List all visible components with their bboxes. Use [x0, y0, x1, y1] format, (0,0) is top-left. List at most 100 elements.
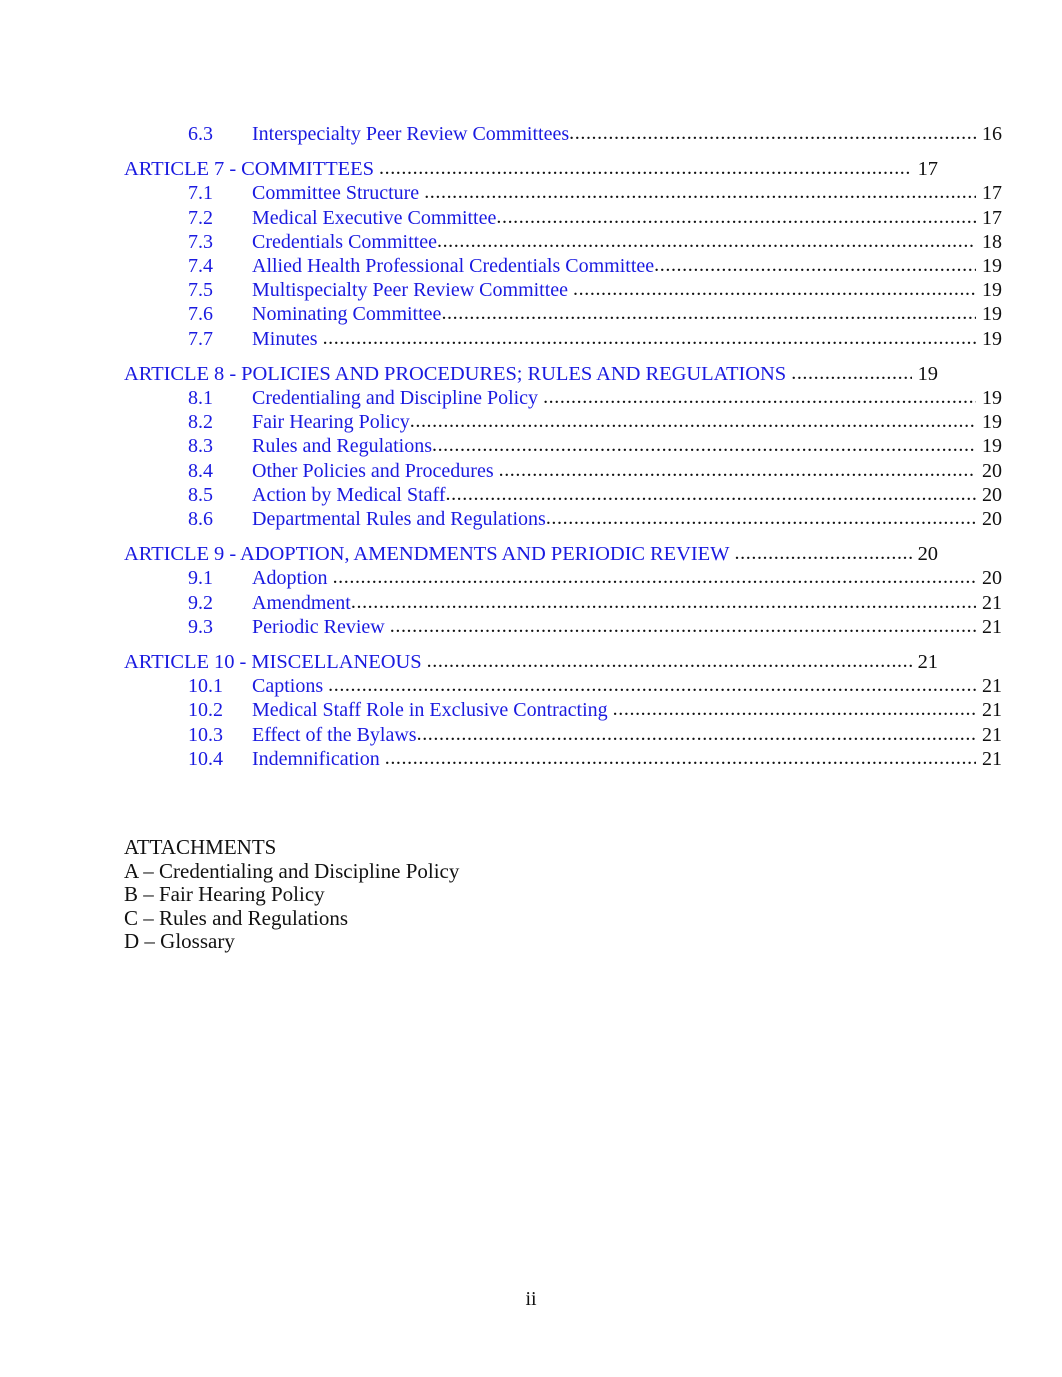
toc-entry-number: 10.3 — [188, 723, 223, 746]
toc-entry-page-number: 16 — [982, 123, 1002, 145]
toc-dot-leader — [432, 433, 976, 457]
toc-entry-page-number: 21 — [982, 723, 1002, 746]
toc-entry[interactable]: 9.3 Periodic Review 21 — [124, 615, 1002, 639]
toc-entry[interactable]: 8.5 Action by Medical Staff 20 — [124, 483, 1002, 507]
toc-entry[interactable]: 8.1 Credentialing and Discipline Policy 1… — [124, 386, 1002, 410]
page-number-footer: ii — [525, 1288, 537, 1310]
toc-entry[interactable]: 9.1 Adoption 20 — [124, 566, 1002, 590]
toc-entry-number: 7.4 — [188, 255, 213, 278]
toc-entry[interactable]: 8.3 Rules and Regulations 19 — [124, 434, 1002, 458]
toc-entry[interactable]: 7.3 Credentials Committee 18 — [124, 230, 1002, 254]
toc-entry[interactable]: 8.4 Other Policies and Procedures 20 — [124, 459, 1002, 483]
toc-entry-number: 6.3 — [188, 123, 213, 145]
toc-dot-leader — [569, 121, 976, 145]
toc-entry-number: 9.1 — [188, 567, 213, 590]
toc-entry-number: 8.6 — [188, 508, 213, 531]
toc-entry-number: 9.2 — [188, 591, 213, 614]
toc-entry[interactable]: 8.2 Fair Hearing Policy 19 — [124, 410, 1002, 434]
document-page: 6.3 Interspecialty Peer Review Committees… — [0, 0, 1062, 1377]
toc-entry-title[interactable]: Credentialing and Discipline Policy — [252, 386, 538, 410]
toc-dot-leader — [791, 361, 912, 385]
toc-entry-title[interactable]: Effect of the Bylaws — [252, 723, 417, 747]
toc-entry-page-number: 21 — [982, 699, 1002, 722]
attachment-item: A – Credentialing and Discipline Policy — [124, 858, 460, 883]
toc-entry-page-number: 19 — [982, 255, 1002, 278]
toc-entry-page-number: 19 — [982, 411, 1002, 434]
toc-entry-title[interactable]: Committee Structure — [252, 181, 419, 205]
toc-entry-title[interactable]: Nominating Committee — [252, 302, 441, 326]
toc-entry[interactable]: 9.2 Amendment 21 — [124, 591, 1002, 615]
toc-entry[interactable]: ARTICLE 7 - COMMITTEES 17 — [124, 157, 938, 181]
toc-entry[interactable]: 7.6 Nominating Committee 19 — [124, 302, 1002, 326]
toc-dot-leader — [573, 277, 976, 301]
toc-entry-title[interactable]: Minutes — [252, 327, 318, 351]
toc-entry-title[interactable]: Amendment — [252, 591, 351, 615]
toc-entry-title[interactable]: Other Policies and Procedures — [252, 459, 494, 483]
toc-entry[interactable]: 7.1 Committee Structure 17 — [124, 181, 1002, 205]
attachment-item: C – Rules and Regulations — [124, 905, 348, 930]
toc-entry-title[interactable]: ARTICLE 9 - ADOPTION, AMENDMENTS AND PER… — [124, 542, 730, 566]
toc-dot-leader — [379, 156, 912, 180]
toc-dot-leader — [654, 253, 976, 277]
toc-entry-title[interactable]: Departmental Rules and Regulations — [252, 507, 546, 531]
toc-entry-number: 8.1 — [188, 387, 213, 410]
toc-entry-number: 8.4 — [188, 459, 213, 482]
toc-entry-title[interactable]: Interspecialty Peer Review Committees — [252, 122, 569, 146]
toc-dot-leader — [351, 590, 976, 614]
toc-entry[interactable]: 6.3 Interspecialty Peer Review Committees… — [124, 122, 1002, 146]
toc-entry-page-number: 20 — [982, 459, 1002, 482]
toc-entry-number: 9.3 — [188, 615, 213, 638]
toc-entry-title[interactable]: Credentials Committee — [252, 230, 437, 254]
toc-entry-title[interactable]: ARTICLE 10 - MISCELLANEOUS — [124, 650, 422, 674]
toc-entry-title[interactable]: Periodic Review — [252, 615, 385, 639]
toc-entry-page-number: 20 — [982, 508, 1002, 531]
toc-entry-title[interactable]: Adoption — [252, 566, 328, 590]
toc-entry-number: 8.3 — [188, 435, 213, 458]
toc-entry-title[interactable]: Captions — [252, 674, 323, 698]
toc-entry[interactable]: 7.5 Multispecialty Peer Review Committee … — [124, 278, 1002, 302]
toc-entry[interactable]: 7.7 Minutes 19 — [124, 327, 1002, 351]
toc-dot-leader — [735, 541, 912, 565]
toc-entry-title[interactable]: Indemnification — [252, 747, 380, 771]
toc-entry[interactable]: 10.4 Indemnification 21 — [124, 747, 1002, 771]
toc-entry-title[interactable]: Allied Health Professional Credentials C… — [252, 254, 654, 278]
toc-entry[interactable]: ARTICLE 10 - MISCELLANEOUS 21 — [124, 650, 938, 674]
toc-entry-title[interactable]: ARTICLE 8 - POLICIES AND PROCEDURES; RUL… — [124, 362, 786, 386]
toc-entry-number: 7.3 — [188, 230, 213, 253]
toc-entry-page-number: 20 — [982, 567, 1002, 590]
toc-entry-title[interactable]: Action by Medical Staff — [252, 483, 445, 507]
toc-entry-page-number: 17 — [917, 158, 938, 181]
toc-entry-title[interactable]: Rules and Regulations — [252, 434, 432, 458]
toc-entry-title[interactable]: Medical Executive Committee — [252, 206, 496, 230]
toc-entry-number: 7.2 — [188, 206, 213, 229]
toc-entry-title[interactable]: ARTICLE 7 - COMMITTEES — [124, 157, 374, 181]
toc-entry-title[interactable]: Multispecialty Peer Review Committee — [252, 278, 568, 302]
toc-dot-leader — [546, 506, 976, 530]
toc-dot-leader — [323, 326, 976, 350]
toc-entry[interactable]: 7.4 Allied Health Professional Credential… — [124, 254, 1002, 278]
toc-dot-leader — [333, 565, 976, 589]
toc-entry-page-number: 19 — [917, 362, 938, 385]
toc-entry[interactable]: 7.2 Medical Executive Committee 17 — [124, 206, 1002, 230]
toc-entry[interactable]: ARTICLE 8 - POLICIES AND PROCEDURES; RUL… — [124, 362, 938, 386]
table-of-contents: 6.3 Interspecialty Peer Review Committees… — [124, 122, 1002, 771]
toc-dot-leader — [613, 697, 976, 721]
toc-entry-page-number: 19 — [982, 435, 1002, 458]
toc-entry-number: 8.2 — [188, 411, 213, 434]
toc-entry[interactable]: 10.2 Medical Staff Role in Exclusive Cont… — [124, 698, 1002, 722]
toc-entry-title[interactable]: Fair Hearing Policy — [252, 410, 410, 434]
toc-entry-number: 7.5 — [188, 279, 213, 302]
toc-entry[interactable]: 10.3 Effect of the Bylaws 21 — [124, 723, 1002, 747]
toc-entry[interactable]: ARTICLE 9 - ADOPTION, AMENDMENTS AND PER… — [124, 542, 938, 566]
toc-dot-leader — [445, 482, 976, 506]
toc-entry-page-number: 20 — [917, 543, 938, 566]
toc-entry-page-number: 21 — [982, 591, 1002, 614]
toc-dot-leader — [437, 229, 976, 253]
toc-dot-leader — [417, 722, 976, 746]
toc-entry-title[interactable]: Medical Staff Role in Exclusive Contract… — [252, 698, 608, 722]
toc-entry-page-number: 21 — [982, 615, 1002, 638]
toc-entry[interactable]: 10.1 Captions 21 — [124, 674, 1002, 698]
toc-entry[interactable]: 8.6 Departmental Rules and Regulations 20 — [124, 507, 1002, 531]
toc-dot-leader — [496, 205, 976, 229]
toc-dot-leader — [328, 673, 976, 697]
